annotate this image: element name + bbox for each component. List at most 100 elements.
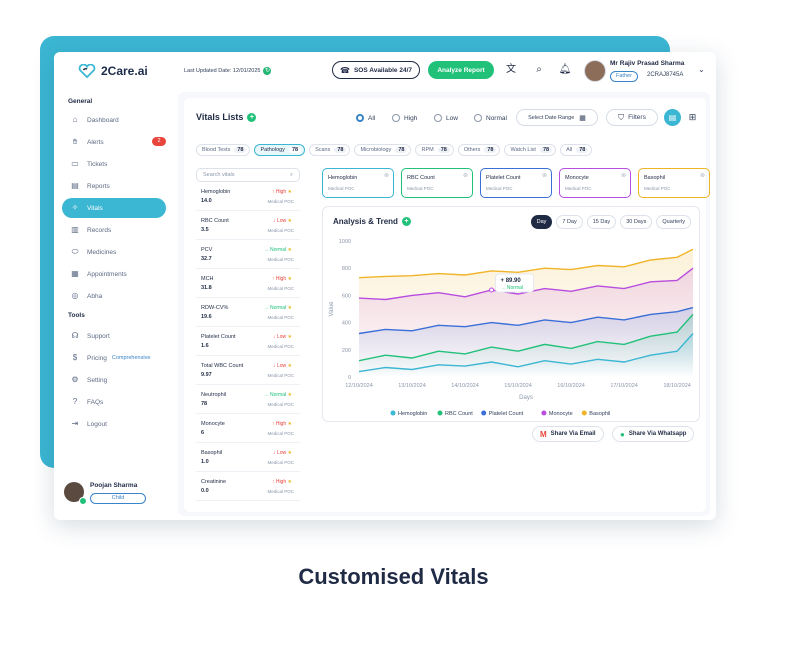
add-chart-icon[interactable]: + xyxy=(401,217,411,226)
translate-icon[interactable]: 文 xyxy=(504,63,518,77)
radio-circle xyxy=(392,114,400,122)
vital-status: ↑ High ★ xyxy=(272,189,292,195)
vital-row[interactable]: RBC Count 3.5 ↓ Low ★ Medical POC xyxy=(196,211,300,240)
vital-row[interactable]: Creatinine 0.0 ↑ High ★ Medical POC xyxy=(196,472,300,501)
sidebar-item-pricing[interactable]: $ Pricing Comprehensive xyxy=(62,348,166,368)
vital-name: Basophil xyxy=(201,450,223,456)
vital-card-platelet-count[interactable]: Platelet Count Medical POC ⊗ xyxy=(480,168,552,198)
category-tab-scans[interactable]: Scans 78 xyxy=(309,144,351,156)
bell-icon[interactable]: 🔔︎ xyxy=(558,63,572,77)
vital-row[interactable]: Neutrophil 78 → Normal ★ Medical POC xyxy=(196,385,300,414)
vital-card-basophil[interactable]: Basophil Medical POC ⊗ xyxy=(638,168,710,198)
share-email-button[interactable]: M Share Via Email xyxy=(532,426,604,442)
star-icon[interactable]: ★ xyxy=(286,305,293,311)
vital-card-hemoglobin[interactable]: Hemoglobin Medical POC ⊗ xyxy=(322,168,394,198)
vital-card-rbc-count[interactable]: RBC Count Medical POC ⊗ xyxy=(401,168,473,198)
category-tab-all[interactable]: All 78 xyxy=(560,144,593,156)
date-range-picker[interactable]: Select Date Range ▦ xyxy=(516,109,598,126)
range-day[interactable]: Day xyxy=(530,215,553,229)
range-quarterly[interactable]: Quarterly xyxy=(656,215,691,229)
category-tab-watch-list[interactable]: Watch List 78 xyxy=(504,144,557,156)
user-avatar[interactable] xyxy=(584,60,606,82)
vital-row[interactable]: Platelet Count 1.6 ↓ Low ★ Medical POC xyxy=(196,327,300,356)
share-whatsapp-button[interactable]: ● Share Via Whatsapp xyxy=(612,426,695,442)
vital-card-monocyte[interactable]: Monocyte Medical POC ⊗ xyxy=(559,168,631,198)
vital-row[interactable]: Basophil 1.0 ↓ Low ★ Medical POC xyxy=(196,443,300,472)
vital-row[interactable]: Total WBC Count 9.97 ↓ Low ★ Medical POC xyxy=(196,356,300,385)
star-icon[interactable]: ★ xyxy=(286,218,293,224)
vital-source: Medical POC xyxy=(267,431,294,436)
sidebar-item-records[interactable]: ▥ Records xyxy=(62,220,166,240)
y-axis-label: Value xyxy=(329,301,335,317)
category-tab-blood-tests[interactable]: Blood Tests 78 xyxy=(196,144,251,156)
grid-view-icon[interactable]: ⊞ xyxy=(684,109,701,126)
sidebar-item-support[interactable]: ☊ Support xyxy=(62,326,166,346)
star-icon[interactable]: ★ xyxy=(286,189,293,195)
sidebar-item-abha[interactable]: ◎ Abha xyxy=(62,286,166,306)
star-icon[interactable]: ★ xyxy=(286,276,293,282)
vital-row[interactable]: Monocyte 6 ↑ High ★ Medical POC xyxy=(196,414,300,443)
close-icon[interactable]: ⊗ xyxy=(621,172,626,179)
vital-row[interactable]: Hemoglobin 14.0 ↑ High ★ Medical POC xyxy=(196,182,300,211)
sos-button[interactable]: ☎ SOS Available 24/7 xyxy=(332,61,420,79)
profile-card[interactable]: Poojan Sharma Child xyxy=(54,470,174,520)
user-id: 2CRAJ8745A xyxy=(647,72,684,78)
star-icon[interactable]: ★ xyxy=(286,450,293,456)
sidebar-item-dashboard[interactable]: ⌂ Dashboard xyxy=(62,110,166,130)
filter-radio-all[interactable]: All xyxy=(356,114,375,122)
sidebar-item-logout[interactable]: ⇥ Logout xyxy=(62,414,166,434)
close-icon[interactable]: ⊗ xyxy=(463,172,468,179)
filter-radio-low[interactable]: Low xyxy=(434,114,458,122)
category-tab-rpm[interactable]: RPM 78 xyxy=(415,144,454,156)
filter-radio-normal[interactable]: Normal xyxy=(474,114,507,122)
radio-label: All xyxy=(368,114,376,122)
star-icon[interactable]: ★ xyxy=(286,247,293,253)
sidebar-item-alerts[interactable]: ✋︎ Alerts 2 xyxy=(62,132,166,152)
close-icon[interactable]: ⊗ xyxy=(542,172,547,179)
tools-heading: Tools xyxy=(68,312,85,319)
vital-row[interactable]: RDW-CV% 19.6 → Normal ★ Medical POC xyxy=(196,298,300,327)
category-tab-pathology[interactable]: Pathology 78 xyxy=(254,144,306,156)
date-range-label: Select Date Range xyxy=(528,114,575,121)
filter-radio-high[interactable]: High xyxy=(392,114,417,122)
filter-icon: ⛉ xyxy=(618,112,625,122)
chart-view-icon[interactable]: ▤ xyxy=(664,109,681,126)
range-7-day[interactable]: 7 Day xyxy=(556,215,583,229)
sidebar-item-vitals[interactable]: ✧ Vitals xyxy=(62,198,166,218)
close-icon[interactable]: ⊗ xyxy=(384,172,389,179)
sidebar-item-label: Appointments xyxy=(87,270,127,278)
range-15-day[interactable]: 15 Day xyxy=(586,215,617,229)
add-vital-icon[interactable]: + xyxy=(247,112,257,122)
vital-row[interactable]: PCV 32.7 → Normal ★ Medical POC xyxy=(196,240,300,269)
refresh-icon[interactable]: ↻ xyxy=(263,67,272,75)
sidebar-item-medicines[interactable]: ⬭ Medicines xyxy=(62,242,166,262)
search-vitals-input[interactable]: Search vitals ⌕ xyxy=(196,168,300,182)
legend-swatch xyxy=(581,410,587,416)
vital-name: Platelet Count xyxy=(201,334,236,340)
legend-label: Basophil xyxy=(589,411,610,417)
star-icon[interactable]: ★ xyxy=(286,479,293,485)
filters-button[interactable]: ⛉ Filters xyxy=(606,109,658,126)
category-tab-others[interactable]: Others 78 xyxy=(457,144,501,156)
sidebar-item-tickets[interactable]: ▭ Tickets xyxy=(62,154,166,174)
analyze-report-button[interactable]: Analyze Report xyxy=(428,61,494,79)
star-icon[interactable]: ★ xyxy=(286,363,293,369)
vital-card-source: Medical POC xyxy=(644,186,671,191)
star-icon[interactable]: ★ xyxy=(286,421,293,427)
sidebar-item-faqs[interactable]: ? FAQs xyxy=(62,392,166,412)
chevron-down-icon[interactable]: ⌄ xyxy=(698,65,705,74)
search-icon: ⌕ xyxy=(289,171,293,178)
category-tab-microbiology[interactable]: Microbiology 78 xyxy=(354,144,412,156)
sidebar-item-reports[interactable]: ▤ Reports xyxy=(62,176,166,196)
vital-row[interactable]: MCH 31.8 ↑ High ★ Medical POC xyxy=(196,269,300,298)
tooltip-status: → Normal xyxy=(501,285,524,291)
trend-chart: 0 200 400 600 800 1000 Value 12/10/2024 13/10/20… xyxy=(329,239,694,417)
star-icon[interactable]: ★ xyxy=(286,334,293,340)
sidebar-item-setting[interactable]: ⚙ Setting xyxy=(62,370,166,390)
search-icon[interactable]: ⌕ xyxy=(532,63,546,77)
sidebar-item-appointments[interactable]: ▦ Appointments xyxy=(62,264,166,284)
brand-logo[interactable]: 2Care.ai xyxy=(78,64,148,78)
close-icon[interactable]: ⊗ xyxy=(700,172,705,179)
range-30-days[interactable]: 30 Days xyxy=(620,215,653,229)
star-icon[interactable]: ★ xyxy=(286,392,293,398)
